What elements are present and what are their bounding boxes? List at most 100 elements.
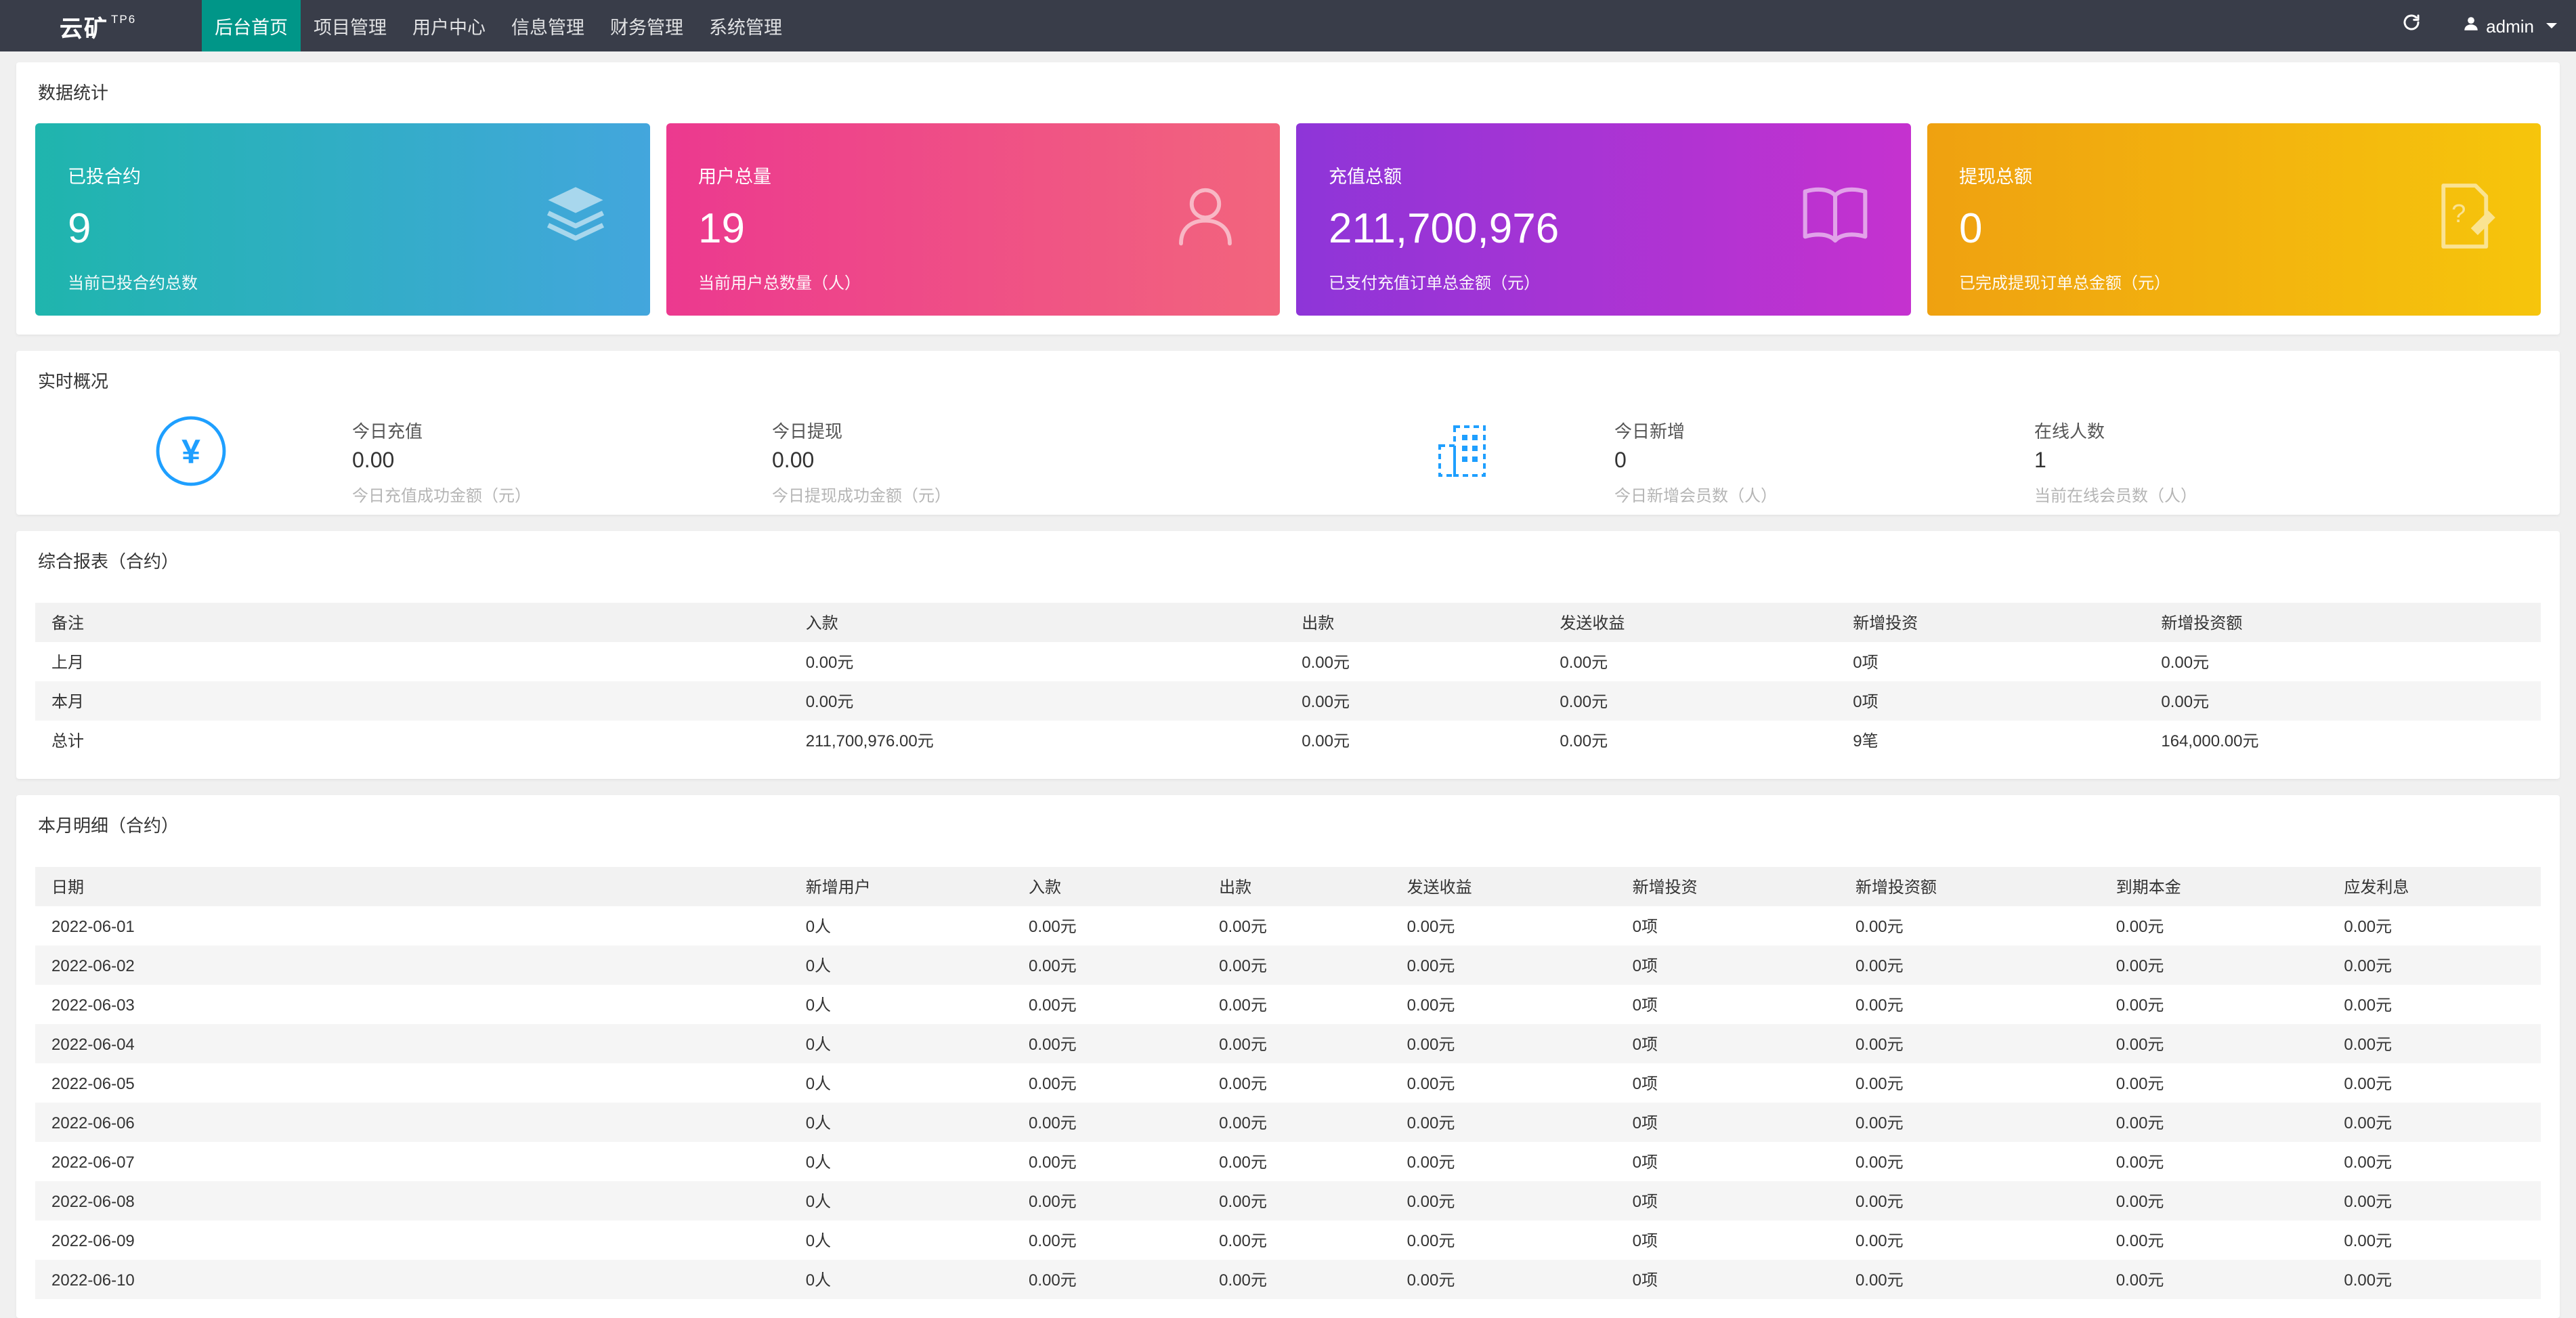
table-cell: 0人 — [805, 996, 832, 1015]
table-cell: 0.00元 — [2161, 692, 2210, 711]
table-cell: 0项 — [1632, 917, 1658, 936]
table-cell: 0项 — [1632, 1074, 1658, 1093]
yen-circle-icon: ¥ — [154, 414, 228, 494]
svg-text:?: ? — [2451, 199, 2466, 228]
user-icon — [2462, 15, 2479, 37]
table-row: 2022-06-09 0人 0.00元 0.00元 0.00元 0项 0.00元 0.00元 0… — [35, 1220, 2541, 1260]
table-cell: 0.00元 — [1407, 956, 1455, 975]
table-cell: 0.00元 — [2344, 1035, 2392, 1054]
stat-value: 19 — [698, 205, 745, 252]
table-cell: 0.00元 — [1028, 1271, 1077, 1290]
table-cell: 0.00元 — [1855, 956, 1904, 975]
table-cell: 0项 — [1632, 1035, 1658, 1054]
table-cell: 0.00元 — [1407, 1035, 1455, 1054]
nav-item-系统管理[interactable]: 系统管理 — [696, 0, 795, 51]
column-header: 新增投资额 — [1839, 867, 2100, 906]
realtime-stat-withdraw: 今日提现 0.00 今日提现成功金额（元） — [772, 414, 1192, 507]
table-row: 总计 211,700,976.00元 0.00元 0.00元 9笔 164,000.00元 — [35, 721, 2541, 760]
table-header-row: 日期 新增用户 入款 出款 发送收益 新增投资 新增投资额 到期本金 应发利息 — [35, 867, 2541, 906]
app-logo[interactable]: 云矿 TP6 — [0, 0, 202, 51]
nav-item-后台首页[interactable]: 后台首页 — [202, 0, 301, 51]
building-icon — [1433, 420, 1495, 489]
stat-caption: 当前用户总数量（人） — [698, 274, 861, 293]
app-logo-version: TP6 — [111, 12, 137, 26]
column-header: 新增用户 — [789, 867, 1012, 906]
column-header: 发送收益 — [1390, 867, 1616, 906]
column-header: 发送收益 — [1543, 603, 1837, 642]
table-cell: 2022-06-02 — [51, 956, 135, 975]
stat-tile-grid: 已投合约 9 当前已投合约总数 用户总量 19 当前用户总数量（人） 充值总额 … — [16, 123, 2560, 335]
table-cell: 0人 — [805, 1035, 832, 1054]
stat-value: 0 — [1959, 205, 1983, 252]
table-cell: 0.00元 — [1028, 1192, 1077, 1211]
table-cell: 0.00元 — [1302, 653, 1350, 672]
table-cell: 2022-06-10 — [51, 1270, 135, 1289]
stat-caption: 当前在线会员数（人） — [2034, 486, 2197, 505]
stat-label: 今日提现 — [772, 421, 843, 442]
stat-caption: 今日提现成功金额（元） — [772, 486, 951, 505]
nav-item-信息管理[interactable]: 信息管理 — [498, 0, 597, 51]
table-row: 本月 0.00元 0.00元 0.00元 0项 0.00元 — [35, 681, 2541, 721]
table-cell: 0.00元 — [2344, 1074, 2392, 1093]
realtime-stat-online: 在线人数 1 当前在线会员数（人） — [2034, 414, 2454, 507]
table-cell: 0.00元 — [2116, 1113, 2164, 1132]
report-table: 备注 入款 出款 发送收益 新增投资 新增投资额 上月 0.00元 0.00元 0.00元 0项 0.… — [35, 603, 2541, 760]
table-cell: 0.00元 — [1219, 956, 1267, 975]
table-cell: 0.00元 — [1219, 1271, 1267, 1290]
table-cell: 0.00元 — [2161, 653, 2210, 672]
table-cell: 0.00元 — [1560, 653, 1608, 672]
table-cell: 0.00元 — [1855, 996, 1904, 1015]
table-row: 上月 0.00元 0.00元 0.00元 0项 0.00元 — [35, 642, 2541, 681]
caret-down-icon — [2546, 23, 2557, 28]
refresh-button[interactable] — [2401, 12, 2421, 39]
table-cell: 0.00元 — [1028, 1113, 1077, 1132]
table-cell: 0.00元 — [1855, 1231, 1904, 1250]
table-cell: 0人 — [805, 1153, 832, 1172]
table-cell: 0.00元 — [1855, 1113, 1904, 1132]
table-cell: 0项 — [1632, 1192, 1658, 1211]
table-cell: 0.00元 — [1219, 1035, 1267, 1054]
table-cell: 0.00元 — [1028, 1153, 1077, 1172]
user-menu[interactable]: admin — [2462, 15, 2557, 37]
column-header: 出款 — [1203, 867, 1391, 906]
table-cell: 0.00元 — [2116, 1231, 2164, 1250]
column-header: 应发利息 — [2327, 867, 2541, 906]
column-header: 出款 — [1285, 603, 1544, 642]
table-cell: 0.00元 — [2344, 1153, 2392, 1172]
table-cell: 0.00元 — [1407, 1153, 1455, 1172]
table-cell: 0.00元 — [1407, 1231, 1455, 1250]
report-table-wrap: 备注 入款 出款 发送收益 新增投资 新增投资额 上月 0.00元 0.00元 0.00元 0项 0.… — [16, 592, 2560, 779]
table-cell: 0.00元 — [1219, 996, 1267, 1015]
table-cell: 0项 — [1632, 956, 1658, 975]
detail-card-title: 本月明细（合约） — [38, 815, 179, 836]
table-cell: 0.00元 — [1302, 731, 1350, 750]
navbar-right: admin — [2401, 0, 2576, 51]
table-cell: 0项 — [1632, 1153, 1658, 1172]
table-cell: 上月 — [51, 653, 85, 672]
stat-tile-users: 用户总量 19 当前用户总数量（人） — [666, 123, 1280, 316]
table-row: 2022-06-02 0人 0.00元 0.00元 0.00元 0项 0.00元 0.00元 0… — [35, 945, 2541, 985]
table-row: 2022-06-01 0人 0.00元 0.00元 0.00元 0项 0.00元 0.00元 0… — [35, 906, 2541, 945]
table-cell: 0人 — [805, 917, 832, 936]
table-cell: 0.00元 — [1855, 1074, 1904, 1093]
user-icon — [1169, 179, 1242, 259]
table-cell: 0.00元 — [1302, 692, 1350, 711]
table-cell: 0人 — [805, 1192, 832, 1211]
table-cell: 0人 — [805, 1074, 832, 1093]
nav-item-用户中心[interactable]: 用户中心 — [400, 0, 498, 51]
stat-value: 9 — [68, 205, 91, 252]
table-cell: 0.00元 — [1219, 1231, 1267, 1250]
nav-item-项目管理[interactable]: 项目管理 — [301, 0, 400, 51]
table-cell: 0.00元 — [1028, 956, 1077, 975]
table-cell: 0.00元 — [2116, 1271, 2164, 1290]
table-cell: 0.00元 — [1855, 917, 1904, 936]
realtime-stat-recharge: 今日充值 0.00 今日充值成功金额（元） — [352, 414, 772, 507]
refresh-icon — [2401, 12, 2421, 39]
nav-item-财务管理[interactable]: 财务管理 — [597, 0, 696, 51]
table-row: 2022-06-08 0人 0.00元 0.00元 0.00元 0项 0.00元 0.00元 0… — [35, 1181, 2541, 1220]
table-cell: 0.00元 — [2116, 1035, 2164, 1054]
table-cell: 0.00元 — [2344, 1231, 2392, 1250]
table-row: 2022-06-03 0人 0.00元 0.00元 0.00元 0项 0.00元 0.00元 0… — [35, 985, 2541, 1024]
table-cell: 0人 — [805, 1113, 832, 1132]
table-cell: 0.00元 — [1407, 1113, 1455, 1132]
